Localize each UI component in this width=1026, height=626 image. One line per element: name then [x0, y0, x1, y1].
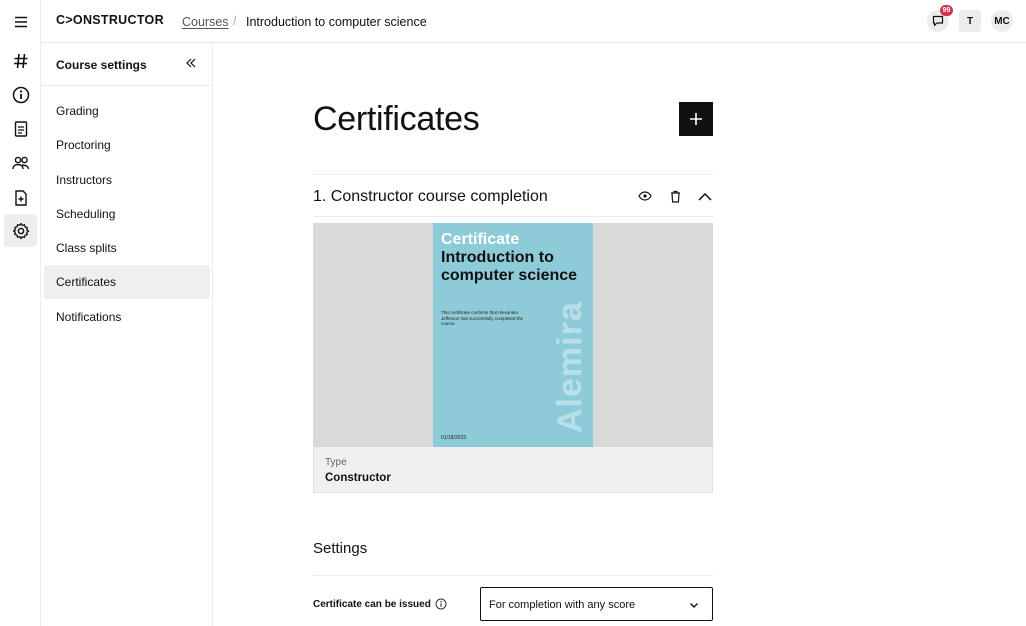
hash-icon[interactable]: [4, 44, 37, 77]
chevron-down-icon: [690, 603, 698, 608]
top-bar: C>ONSTRUCTOR Courses / Introduction to c…: [41, 0, 1026, 43]
info-icon[interactable]: [4, 78, 37, 111]
certificate-card-date: 01/18/2023: [441, 435, 467, 441]
settings-item-label: Class splits: [56, 241, 117, 256]
certificate-type: Type Constructor: [313, 447, 713, 493]
breadcrumb-courses-link[interactable]: Courses: [182, 15, 229, 29]
type-label: Type: [325, 457, 347, 468]
users-icon[interactable]: [4, 146, 37, 179]
certificate-card-label: Certificate: [441, 231, 520, 248]
page-title: Certificates: [313, 100, 480, 138]
settings-nav: Grading Proctoring Instructors Schedulin…: [44, 94, 210, 334]
certificate-card-title: Introduction to computer science: [441, 249, 578, 284]
document-icon[interactable]: [4, 112, 37, 145]
settings-item-label: Grading: [56, 104, 99, 118]
tenant-button[interactable]: T: [959, 10, 981, 32]
settings-item-notifications[interactable]: Notifications: [44, 300, 210, 334]
menu-icon[interactable]: [4, 5, 37, 38]
settings-item-class-splits[interactable]: Class splits: [44, 231, 210, 265]
issue-condition-select[interactable]: For completion with any score: [480, 587, 713, 621]
trash-icon: [670, 190, 680, 203]
certificate-name: 1. Constructor course completion: [313, 188, 548, 205]
settings-item-scheduling[interactable]: Scheduling: [44, 197, 210, 231]
plus-icon: [690, 113, 702, 125]
issue-condition-text: Certificate can be issued: [313, 598, 431, 610]
chat-button[interactable]: 99: [927, 5, 953, 32]
type-value: Constructor: [325, 472, 391, 484]
certificate-card-body: This certificate confirms that Alexander…: [441, 310, 523, 326]
settings-item-label: Scheduling: [56, 206, 116, 221]
certificate-card: Certificate Introduction to computer sci…: [433, 223, 593, 447]
user-avatar[interactable]: MC: [991, 10, 1013, 32]
chat-icon: [932, 15, 944, 27]
preview-button[interactable]: [637, 188, 653, 204]
certificate-actions: [637, 188, 713, 204]
breadcrumb-separator: /: [233, 14, 237, 28]
main-content: Certificates 1. Constructor course compl…: [213, 43, 1026, 626]
panel-title: Course settings: [56, 58, 147, 72]
issue-condition-value: For completion with any score: [489, 599, 636, 611]
settings-item-label: Certificates: [56, 275, 117, 290]
panel-header: Course settings: [41, 43, 212, 86]
eye-icon: [638, 191, 652, 201]
settings-item-proctoring[interactable]: Proctoring: [44, 128, 210, 162]
chevron-up-icon: [698, 192, 712, 201]
delete-button[interactable]: [667, 188, 683, 204]
certificate-preview: Certificate Introduction to computer sci…: [313, 223, 713, 447]
breadcrumb-current: Introduction to computer science: [246, 15, 427, 29]
settings-item-instructors[interactable]: Instructors: [44, 163, 210, 197]
add-certificate-button[interactable]: [679, 102, 713, 136]
course-settings-panel: Course settings Grading Proctoring Instr…: [41, 43, 213, 626]
settings-item-label: Proctoring: [56, 138, 111, 153]
settings-item-label: Notifications: [56, 309, 122, 324]
collapse-panel-icon[interactable]: [184, 56, 198, 70]
collapse-button[interactable]: [697, 188, 713, 204]
add-file-icon[interactable]: [4, 181, 37, 214]
brand-logo[interactable]: C>ONSTRUCTOR: [56, 13, 164, 27]
settings-section-title: Settings: [313, 540, 368, 557]
settings-item-label: Instructors: [56, 172, 113, 187]
issue-condition-label: Certificate can be issued: [313, 598, 447, 610]
certificate-watermark: Alemira: [551, 301, 589, 433]
settings-divider: [313, 575, 713, 576]
info-icon[interactable]: [435, 598, 447, 610]
settings-item-grading[interactable]: Grading: [44, 94, 210, 128]
notification-badge: 99: [940, 5, 953, 16]
settings-item-certificates[interactable]: Certificates: [44, 265, 210, 300]
certificate-header[interactable]: 1. Constructor course completion: [313, 174, 713, 217]
gear-icon[interactable]: [4, 214, 37, 247]
icon-rail: [0, 0, 41, 626]
top-actions: 99 T MC: [927, 5, 1013, 32]
